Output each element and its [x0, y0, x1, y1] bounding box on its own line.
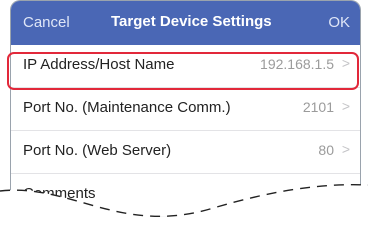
setting-row-port-web-server[interactable]: Port No. (Web Server) 80 > [11, 131, 360, 174]
chevron-right-icon: > [341, 141, 350, 157]
setting-label: Port No. (Web Server) [23, 142, 172, 159]
highlight-outline [7, 52, 359, 90]
setting-label: Port No. (Maintenance Comm.) [23, 99, 231, 116]
chevron-right-icon: > [341, 98, 350, 114]
setting-value: 2101 [302, 99, 334, 115]
navigation-bar: Cancel Target Device Settings OK [11, 1, 360, 45]
screen-cutoff-wave [0, 184, 368, 246]
page-title: Target Device Settings [111, 13, 272, 30]
setting-value: 80 [318, 142, 334, 158]
setting-row-port-maintenance[interactable]: Port No. (Maintenance Comm.) 2101 > [11, 88, 360, 131]
ok-button[interactable]: OK [328, 14, 350, 31]
cancel-button[interactable]: Cancel [23, 14, 70, 31]
